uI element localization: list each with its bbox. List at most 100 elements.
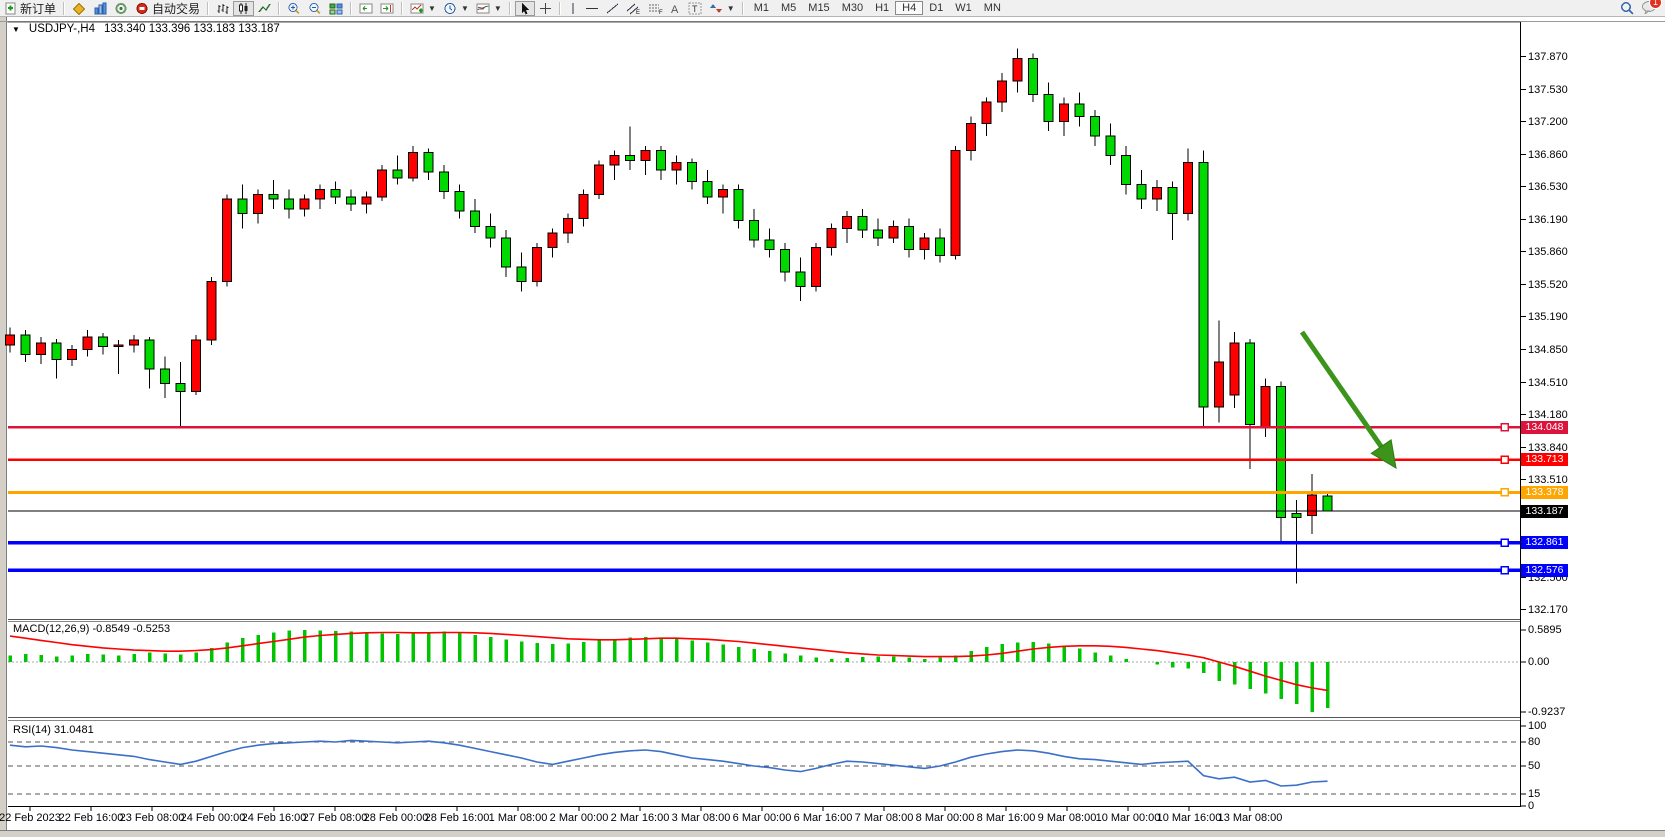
period-button[interactable]: ▼ [440,1,472,16]
time-axis: 22 Feb 202322 Feb 16:0023 Feb 08:0024 Fe… [0,810,1665,830]
tile-windows-button[interactable] [326,1,346,16]
price-axis-label: 136.530 [1528,181,1568,193]
rsi-line [10,740,1328,786]
vertical-line-button[interactable] [565,1,581,16]
time-axis-label: 8 Mar 16:00 [977,812,1036,824]
auto-trading-button[interactable]: 自动交易 [132,1,203,16]
new-order-button[interactable]: 新订单 [2,1,59,16]
chevron-down-icon[interactable]: ▼ [12,25,20,34]
rsi-axis-label: 15 [1528,788,1540,800]
channel-icon: E [626,2,641,15]
time-axis-label: 10 Mar 16:00 [1157,812,1222,824]
cursor-icon [519,2,531,15]
price-level-badge: 133.187 [1521,505,1568,518]
time-axis-label: 1 Mar 08:00 [489,812,548,824]
price-level-badge: 134.048 [1521,421,1568,434]
auto-scroll-button[interactable] [356,1,376,16]
macd-axis-label: 0.5895 [1528,624,1562,636]
time-axis-label: 28 Feb 00:00 [364,812,429,824]
new-order-icon [5,2,17,15]
trendline-button[interactable] [603,1,622,16]
price-axis-label: 135.860 [1528,246,1568,258]
timeframe-m5[interactable]: M5 [775,2,802,14]
trendline-icon [606,2,619,15]
channel-button[interactable]: E [623,1,644,16]
timeframe-h1[interactable]: H1 [869,2,895,14]
template-button[interactable]: ▼ [473,1,505,16]
line-chart-type-button[interactable] [255,1,274,16]
horizontal-line-icon [585,2,599,15]
time-axis-label: 7 Mar 08:00 [855,812,914,824]
time-axis-label: 9 Mar 08:00 [1038,812,1097,824]
time-axis-label: 24 Feb 16:00 [242,812,307,824]
market-watch-button[interactable] [69,1,89,16]
level-line-handle [1501,567,1508,574]
svg-text:T: T [692,4,698,14]
chat-button[interactable]: 1 [1641,0,1657,17]
cursor-button[interactable] [515,1,535,16]
price-level-badge: 132.576 [1521,564,1568,577]
price-axis-label: 134.180 [1528,409,1568,421]
sound-icon [114,2,128,15]
timeframe-m30[interactable]: M30 [836,2,869,14]
toolbar-right: 1 [1620,0,1663,17]
zoom-out-button[interactable] [305,1,325,16]
crosshair-button[interactable] [536,1,555,16]
text-label-icon: T [688,2,702,15]
timeframe-mn[interactable]: MN [978,2,1007,14]
timeframe-m1[interactable]: M1 [748,2,775,14]
fibonacci-button[interactable]: F [645,1,666,16]
auto-scroll-icon [359,2,373,15]
separator [401,2,403,15]
time-axis-label: 8 Mar 00:00 [916,812,975,824]
svg-text:F: F [659,10,663,15]
symbol-timeframe-label: USDJPY-,H4 [29,23,95,35]
bar-chart-type-button[interactable] [213,1,232,16]
macd-axis-label: 0.00 [1528,656,1549,668]
chart-shift-icon [380,2,394,15]
price-axis-label: 132.170 [1528,604,1568,616]
price-axis-label: 133.510 [1528,474,1568,486]
level-lines[interactable] [8,424,1520,574]
rsi-axis-label: 100 [1528,720,1546,732]
time-axis-label: 6 Mar 16:00 [794,812,853,824]
ohlc-values: 133.340 133.396 133.183 133.187 [104,23,280,35]
price-axis-label: 137.870 [1528,51,1568,63]
search-icon[interactable] [1620,1,1635,15]
horizontal-line-button[interactable] [582,1,602,16]
indicators-icon [410,2,424,15]
timeframe-d1[interactable]: D1 [923,2,949,14]
candlestick-type-button[interactable] [233,1,254,16]
timeframe-w1[interactable]: W1 [949,2,978,14]
tile-windows-icon [329,2,343,15]
timeframe-group: M1M5M15M30H1H4D1W1MN [748,0,1007,16]
time-axis-label: 22 Feb 16:00 [59,812,124,824]
depth-icon [93,2,107,15]
notification-badge: 1 [1649,0,1662,9]
price-axis-label: 137.200 [1528,116,1568,128]
depth-of-market-button[interactable] [90,1,110,16]
price-axis-label: 135.190 [1528,311,1568,323]
separator [742,2,744,15]
trend-arrow-annotation[interactable] [1302,332,1396,468]
indicators-button[interactable]: ▼ [407,1,439,16]
sound-button[interactable] [111,1,131,16]
time-axis-label: 2 Mar 00:00 [550,812,609,824]
timeframe-m15[interactable]: M15 [802,2,835,14]
level-line-handle [1501,539,1508,546]
chart-canvas[interactable] [0,0,1665,837]
rsi-pane [8,740,1520,794]
chart-shift-button[interactable] [377,1,397,16]
text-button[interactable]: A [667,1,684,16]
arrows-icon [709,2,723,15]
rsi-axis-label: 80 [1528,736,1540,748]
zoom-in-button[interactable] [284,1,304,16]
text-label-button[interactable]: T [685,1,705,16]
arrows-button[interactable]: ▼ [706,1,738,16]
auto-trading-label: 自动交易 [152,0,200,17]
timeframe-h4[interactable]: H4 [895,1,923,15]
price-axis-label: 133.840 [1528,442,1568,454]
time-axis-label: 22 Feb 2023 [0,812,61,824]
chevron-down-icon: ▼ [727,4,735,13]
svg-text:A: A [671,4,679,15]
